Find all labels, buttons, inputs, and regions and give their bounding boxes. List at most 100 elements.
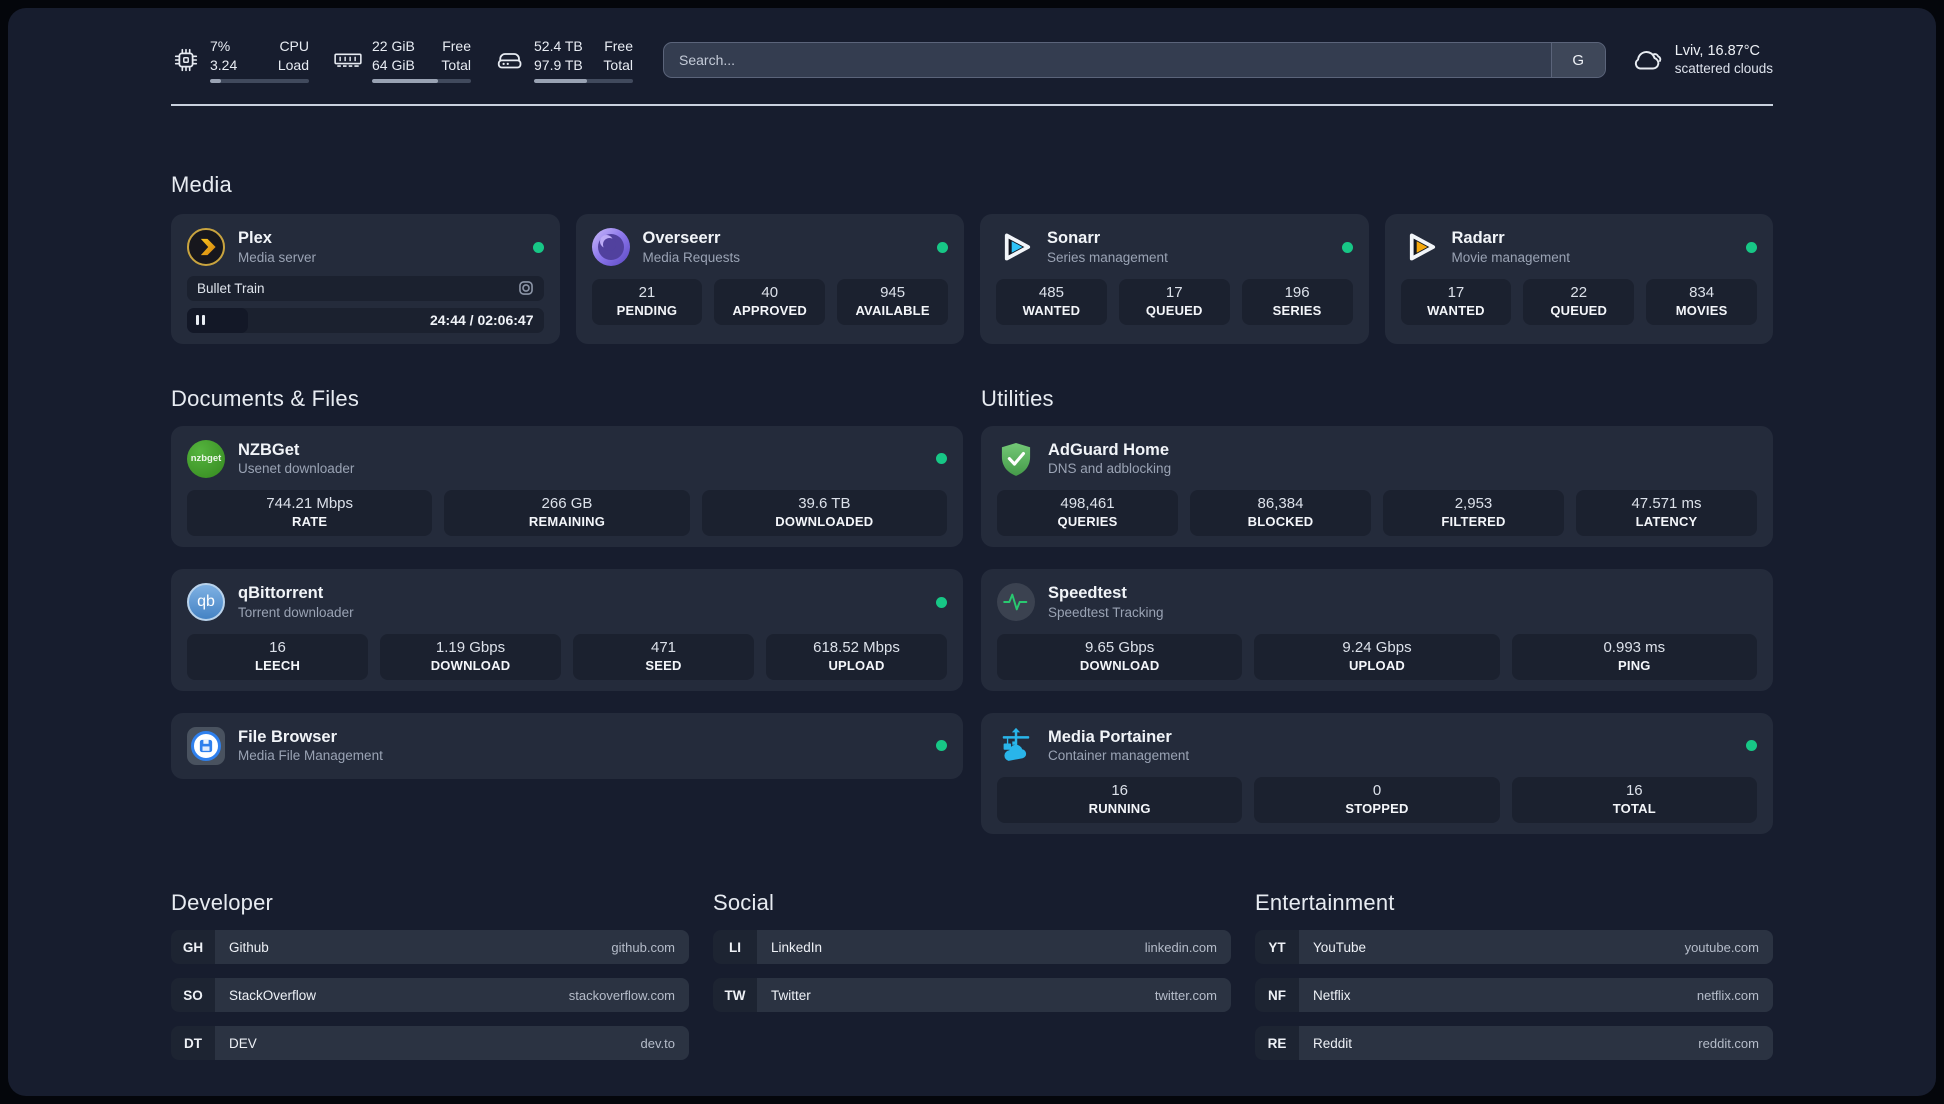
plex-icon [187,228,225,267]
stat-series: 196 SERIES [1241,278,1353,325]
bookmark-abbr: SO [171,978,215,1012]
service-title: Overseerr [642,229,721,247]
bookmark-url: github.com [611,939,675,955]
sonarr-icon [996,228,1034,266]
bookmarks-grid: Developer GH Github github.com SO StackO… [171,890,1773,1060]
search-provider-button[interactable]: G [1550,43,1605,77]
service-card-speedtest[interactable]: Speedtest Speedtest Tracking 9.65 Gbps DO… [981,569,1773,691]
dashboard-page: 7% 3.24 CPU Load 22 GiB 64 GiB Free Tota… [8,8,1936,1096]
disk-icon [495,48,525,72]
bookmark-youtube[interactable]: YT YouTube youtube.com [1255,930,1773,964]
memory-icon [333,49,363,71]
pause-icon[interactable] [196,315,205,325]
stat-ping: 0.993 ms PING [1511,633,1757,680]
service-card-sonarr[interactable]: Sonarr Series management 485 WANTED 17 QUE… [980,214,1369,344]
bookmark-url: twitter.com [1154,987,1217,1003]
cpu-progress-fill [210,79,221,83]
service-card-adguard[interactable]: AdGuard Home DNS and adblocking 498,461 Q… [981,425,1773,547]
status-dot [1341,241,1353,253]
now-playing-title: Bullet Train [197,280,265,296]
bookmark-abbr: GH [171,930,215,964]
resource-widgets: 7% 3.24 CPU Load 22 GiB 64 GiB Free Tota… [171,37,633,83]
stat-running: 16 RUNNING [997,777,1243,823]
stat-downloaded: 39.6 TB DOWNLOADED [701,490,947,536]
cpu-widget: 7% 3.24 CPU Load [171,37,309,83]
section-header-social: Social [713,890,775,915]
bookmark-twitter[interactable]: TW Twitter twitter.com [713,978,1231,1012]
bookmark-name: Twitter [771,987,811,1003]
service-subtitle: Speedtest Tracking [1048,604,1164,620]
now-playing-row: Bullet Train [187,275,544,301]
bookmark-url: reddit.com [1698,1035,1759,1051]
documents-column: Documents & Files nzbget NZBGet Usenet d… [171,386,963,835]
stat-remaining: 266 GB REMAINING [444,490,690,536]
bookmark-github[interactable]: GH Github github.com [171,930,689,964]
stat-pending: 21 PENDING [591,278,703,325]
service-card-portainer[interactable]: Media Portainer Container management 16 R… [981,712,1773,834]
disk-progress-track [534,79,633,83]
service-card-filebrowser[interactable]: File Browser Media File Management [171,712,963,779]
service-subtitle: Media server [238,249,317,265]
stat-latency: 47.571 ms LATENCY [1576,490,1757,536]
stat-upload: 9.24 Gbps UPLOAD [1254,633,1500,680]
service-card-radarr[interactable]: Radarr Movie management 17 WANTED 22 QUEUE… [1384,214,1773,344]
bookmark-dev[interactable]: DT DEV dev.to [171,1026,689,1060]
service-title: Plex [238,229,272,247]
cloud-icon [1630,46,1664,74]
radarr-icon [1401,228,1439,266]
search-input[interactable] [664,43,1551,77]
stat-download: 9.65 Gbps DOWNLOAD [997,633,1243,680]
weather-condition: scattered clouds [1674,61,1773,76]
bookmark-linkedin[interactable]: LI LinkedIn linkedin.com [713,930,1231,964]
stat-download: 1.19 Gbps DOWNLOAD [380,633,561,680]
overseerr-icon [591,228,630,267]
nzbget-icon: nzbget [187,439,225,478]
bookmark-abbr: TW [713,978,757,1012]
service-title: File Browser [238,727,338,746]
service-subtitle: Series management [1047,249,1168,265]
bookmark-name: DEV [229,1035,257,1051]
bookmark-url: netflix.com [1696,987,1759,1003]
service-title: Radarr [1451,229,1505,247]
service-card-qbittorrent[interactable]: qb qBittorrent Torrent downloader 16 LEEC… [171,569,963,691]
service-card-nzbget[interactable]: nzbget NZBGet Usenet downloader 744.21 M… [171,425,963,547]
now-playing-view-icon[interactable] [518,280,534,296]
top-bar: 7% 3.24 CPU Load 22 GiB 64 GiB Free Tota… [171,37,1773,83]
section-header-documents: Documents & Files [171,385,360,411]
stat-total: 16 TOTAL [1511,777,1757,823]
memory-progress-track [372,79,471,83]
service-subtitle: Movie management [1451,249,1571,265]
bookmark-name: StackOverflow [229,987,317,1003]
bookmark-reddit[interactable]: RE Reddit reddit.com [1255,1026,1773,1060]
bookmark-abbr: RE [1255,1026,1299,1060]
section-header-developer: Developer [171,890,274,915]
bookmarks-social: Social LI LinkedIn linkedin.com TW Twitt… [713,890,1231,1012]
stat-approved: 40 APPROVED [714,278,826,325]
memory-total-value: 64 GiB [372,57,415,73]
weather-widget: Lviv, 16.87°C scattered clouds [1630,42,1773,78]
bookmark-abbr: YT [1255,930,1299,964]
playback-time: 24:44 / 02:06:47 [429,312,534,328]
cpu-progress-track [210,79,309,83]
service-card-overseerr[interactable]: Overseerr Media Requests 21 PENDING 40 APP… [575,214,964,344]
bookmark-stackoverflow[interactable]: SO StackOverflow stackoverflow.com [171,978,689,1012]
status-dot [1746,740,1757,752]
service-card-plex[interactable]: Plex Media server Bullet Train 24:44 / 0… [171,214,560,344]
memory-total-label: Total [441,57,471,73]
stat-seed: 471 SEED [573,633,754,680]
cpu-load-value: 3.24 [210,57,238,73]
bookmark-abbr: NF [1255,978,1299,1012]
disk-widget: 52.4 TB 97.9 TB Free Total [495,37,633,83]
portainer-icon [997,727,1035,765]
service-title: Sonarr [1047,229,1101,247]
cpu-usage-label: CPU [279,38,309,54]
bookmark-url: stackoverflow.com [568,987,675,1003]
stat-queued: 17 QUEUED [1118,278,1230,325]
bookmark-abbr: DT [171,1026,215,1060]
service-subtitle: DNS and adblocking [1048,461,1172,477]
bookmark-netflix[interactable]: NF Netflix netflix.com [1255,978,1773,1012]
bookmarks-developer: Developer GH Github github.com SO StackO… [171,890,689,1060]
stat-wanted: 17 WANTED [1400,278,1512,325]
stat-blocked: 86,384 BLOCKED [1190,490,1371,536]
service-subtitle: Torrent downloader [238,604,354,620]
